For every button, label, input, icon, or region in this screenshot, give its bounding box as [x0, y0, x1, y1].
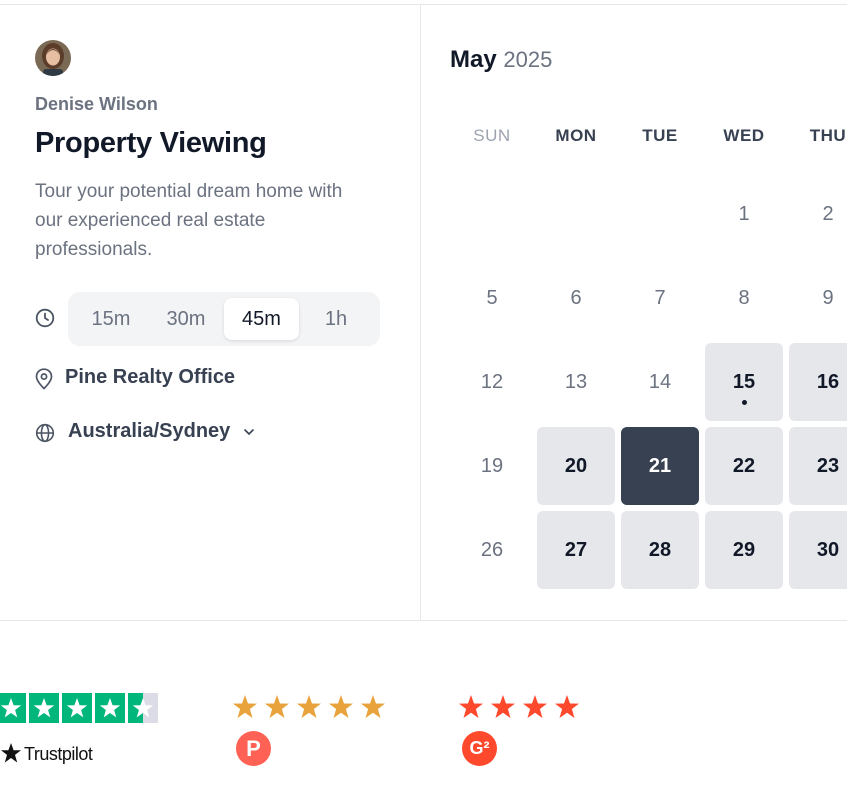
event-description: Tour your potential dream home with our … [35, 181, 343, 260]
day-12: 12 [480, 371, 504, 393]
host-avatar [35, 40, 71, 76]
day-15[interactable]: 15 [705, 343, 783, 421]
duration-option-30m[interactable]: 30m [148, 298, 224, 340]
calendar-month-title: May 2025 [450, 46, 552, 74]
trustpilot-half-star-icon [128, 693, 158, 723]
day-23[interactable]: 23 [789, 427, 847, 505]
day-19: 19 [480, 455, 504, 477]
g2-logo-icon: G² [462, 731, 497, 766]
today-indicator [742, 400, 747, 405]
day-13: 13 [564, 371, 588, 393]
trustpilot-star-icon [62, 693, 92, 723]
duration-option-45m[interactable]: 45m [224, 298, 299, 340]
day-9: 9 [822, 287, 834, 309]
trustpilot-star-icon [29, 693, 59, 723]
day-27[interactable]: 27 [537, 511, 615, 589]
duration-option-15m[interactable]: 15m [74, 298, 148, 340]
day-2: 2 [822, 203, 834, 225]
timezone-label: Australia/Sydney [68, 420, 231, 442]
panel-divider [420, 5, 421, 620]
host-name: Denise Wilson [35, 94, 158, 114]
day-26: 26 [480, 539, 504, 561]
day-20[interactable]: 20 [537, 427, 615, 505]
weekday-sun: SUN [473, 126, 511, 145]
weekday-mon: MON [555, 126, 597, 145]
day-7: 7 [654, 287, 666, 309]
day-16[interactable]: 16 [789, 343, 847, 421]
weekday-wed: WED [723, 126, 765, 145]
trustpilot-star-icon [0, 693, 26, 723]
weekday-thu: THU [809, 126, 847, 145]
weekday-tue: TUE [642, 126, 678, 145]
trustpilot-star-logo-icon [1, 743, 21, 763]
producthunt-stars [233, 695, 385, 718]
event-title: Property Viewing [35, 127, 267, 159]
day-28[interactable]: 28 [621, 511, 699, 589]
chevron-down-icon [244, 429, 254, 436]
day-1: 1 [738, 203, 750, 225]
day-8: 8 [738, 287, 750, 309]
producthunt-logo-icon: P [236, 731, 271, 766]
day-5: 5 [486, 287, 498, 309]
day-30[interactable]: 30 [789, 511, 847, 589]
day-14: 14 [648, 371, 672, 393]
calendar-year: 2025 [503, 47, 553, 72]
globe-icon [35, 423, 55, 443]
duration-option-1h[interactable]: 1h [301, 298, 371, 340]
calendar-month: May [450, 46, 497, 73]
clock-icon [35, 308, 55, 328]
day-21-selected[interactable]: 21 [621, 427, 699, 505]
location-label: Pine Realty Office [65, 366, 236, 388]
day-22[interactable]: 22 [705, 427, 783, 505]
day-6: 6 [570, 287, 582, 309]
g2-stars [459, 695, 579, 718]
map-pin-icon [35, 368, 53, 390]
duration-selector: 15m 30m 45m 1h [68, 292, 380, 346]
trustpilot-star-icon [95, 693, 125, 723]
day-29[interactable]: 29 [705, 511, 783, 589]
trustpilot-wordmark: Trustpilot [24, 744, 93, 764]
